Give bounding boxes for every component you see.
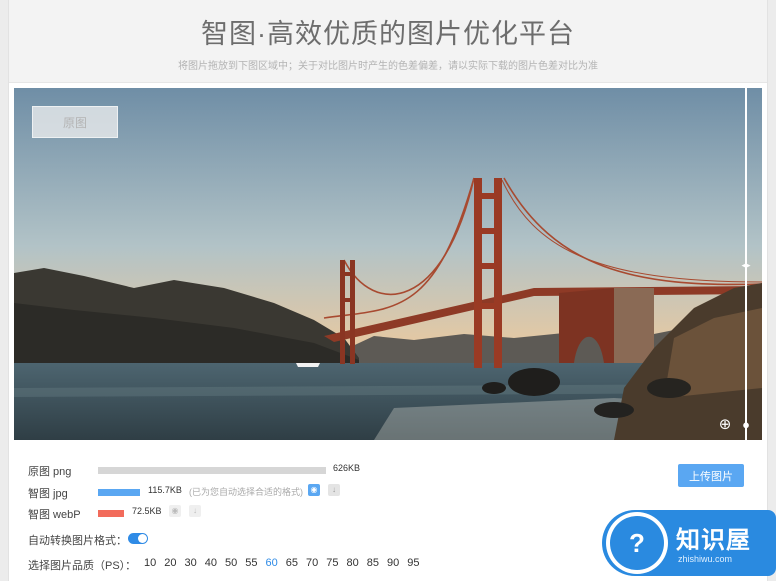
original-image-tag: 原图 (32, 106, 118, 138)
quality-option-20[interactable]: 20 (164, 557, 176, 569)
quality-option-10[interactable]: 10 (144, 557, 156, 569)
quality-option-75[interactable]: 75 (326, 557, 338, 569)
format-hint: (已为您自动选择合适的格式) (189, 487, 303, 497)
download-icon[interactable]: ↓ (328, 484, 340, 496)
file-size: 72.5KB (132, 506, 162, 516)
result-label: 智图 webP (28, 509, 81, 521)
page-subtitle: 将图片拖放到下图区域中；关于对比图片时产生的色差偏差，请以实际下载的图片色差对比… (178, 61, 598, 72)
result-label: 智图 jpg (28, 488, 68, 500)
result-label: 原图 png (28, 466, 72, 478)
preview-eye-icon[interactable]: ◉ (169, 505, 181, 517)
zhishiwu-logo: ? 知识屋 zhishiwu.com (602, 510, 776, 576)
image-compare-area[interactable] (14, 88, 762, 440)
quality-option-55[interactable]: 55 (245, 557, 257, 569)
bridge-photo (14, 88, 762, 440)
divider-handle-icon[interactable]: ◂▸ (738, 258, 754, 272)
quality-option-60[interactable]: 60 (266, 557, 278, 569)
size-bar (98, 467, 326, 474)
file-size: 115.7KB (148, 485, 182, 495)
question-monitor-icon: ? (610, 516, 664, 570)
preview-eye-icon[interactable]: ◉ (308, 484, 320, 496)
color-drop-icon[interactable]: ● (737, 416, 755, 434)
quality-option-80[interactable]: 80 (347, 557, 359, 569)
quality-option-65[interactable]: 65 (286, 557, 298, 569)
page-title: 智图·高效优质的图片优化平台 (201, 19, 575, 49)
quality-options: 10 20 30 40 50 55 60 65 70 75 80 85 90 95 (144, 557, 428, 569)
quality-option-90[interactable]: 90 (387, 557, 399, 569)
download-icon[interactable]: ↓ (189, 505, 201, 517)
zoom-icon[interactable]: ⊕ (716, 416, 734, 434)
upload-button[interactable]: 上传图片 (678, 464, 744, 487)
quality-option-85[interactable]: 85 (367, 557, 379, 569)
file-size: 626KB (333, 463, 361, 473)
quality-label: 选择图片品质（PS）： (28, 560, 137, 572)
auto-convert-label: 自动转换图片格式： (28, 535, 127, 547)
logo-url: zhishiwu.com (678, 554, 733, 564)
logo-badge: ? (606, 512, 668, 574)
quality-option-95[interactable]: 95 (407, 557, 419, 569)
size-bar (98, 489, 140, 496)
header: 智图·高效优质的图片优化平台 将图片拖放到下图区域中；关于对比图片时产生的色差偏… (9, 0, 767, 83)
quality-option-50[interactable]: 50 (225, 557, 237, 569)
logo-title: 知识屋 (676, 527, 751, 554)
quality-option-40[interactable]: 40 (205, 557, 217, 569)
quality-option-70[interactable]: 70 (306, 557, 318, 569)
auto-convert-toggle[interactable] (128, 533, 148, 544)
size-bar (98, 510, 124, 517)
quality-option-30[interactable]: 30 (185, 557, 197, 569)
